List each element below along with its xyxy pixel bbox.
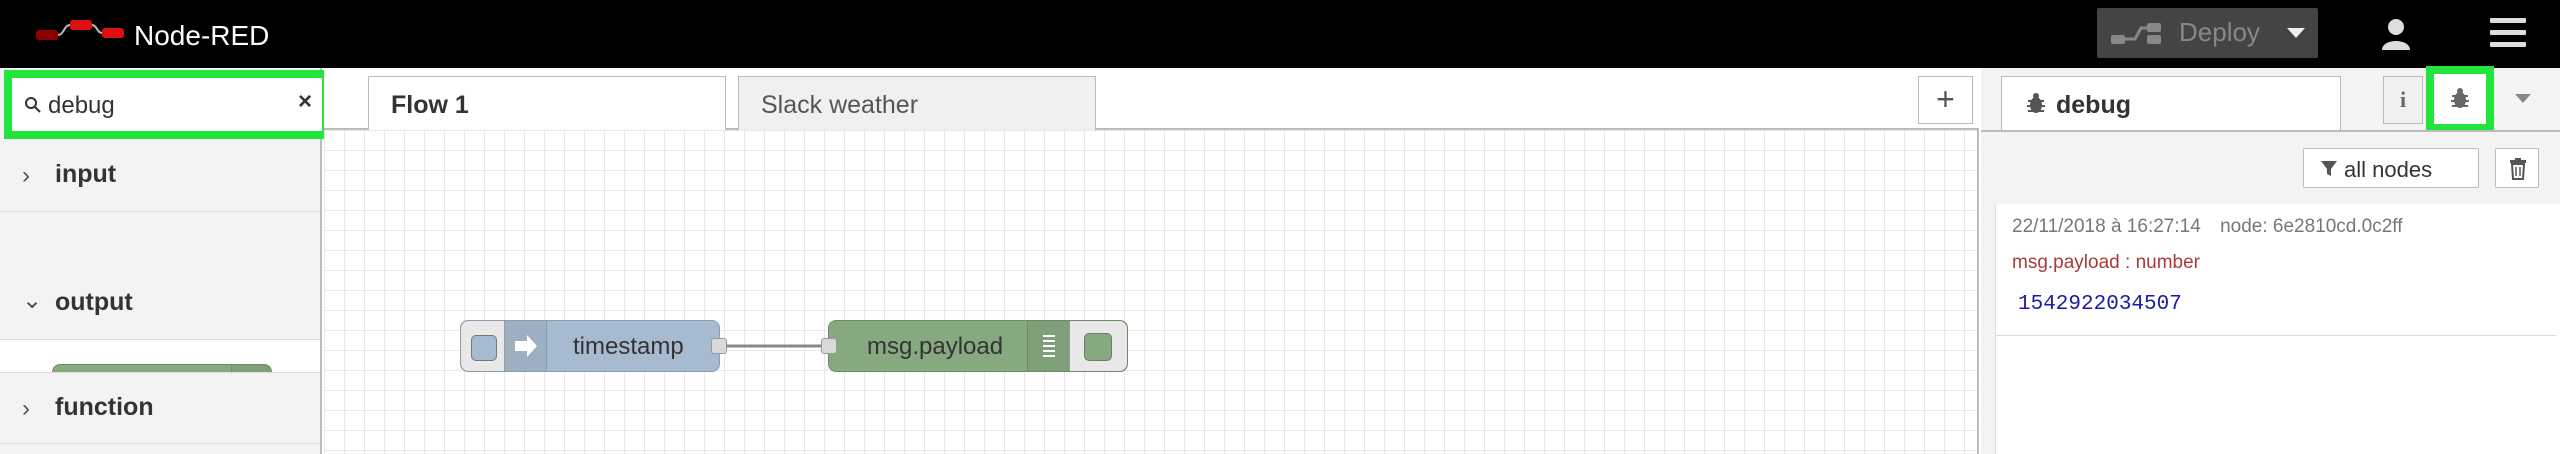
input-port[interactable] [821,338,837,354]
header-bar: Node-RED Deploy [0,0,2560,68]
tab-flow-1[interactable]: Flow 1 [368,76,726,133]
category-label: input [55,160,117,188]
tab-slack-weather[interactable]: Slack weather [738,76,1096,131]
menu-icon[interactable] [2490,18,2526,50]
category-label: output [55,288,133,316]
flow-canvas[interactable] [324,130,1979,454]
clear-log-button[interactable] [2495,148,2539,188]
filter-icon [2321,161,2337,176]
debug-messages: 22/11/2018 à 16:27:14 node: 6e2810cd.0c2… [1995,204,2560,454]
deploy-dropdown-caret-icon[interactable] [2287,28,2305,38]
tab-label: Slack weather [761,91,919,119]
bug-icon [2027,93,2045,113]
deploy-icon [2111,23,2161,44]
filter-all-nodes-button[interactable]: all nodes [2303,148,2479,188]
palette-search: × [4,70,330,139]
node-label: msg.payload [867,333,1004,360]
debug-node-msg-payload[interactable]: msg.payload [821,320,1128,372]
node-red-logo-icon [36,20,124,40]
palette-category-function[interactable]: › function [0,372,320,444]
clear-search-icon[interactable]: × [298,88,312,116]
debug-toggle-button[interactable] [1069,321,1127,371]
chevron-right-icon: › [22,395,30,422]
add-flow-button[interactable]: + [1918,76,1973,124]
bug-icon [2451,88,2469,108]
trash-icon [2510,158,2526,180]
message-meta: 22/11/2018 à 16:27:14 node: 6e2810cd.0c2… [2012,216,2402,238]
chevron-right-icon: › [22,162,30,189]
category-label: function [55,393,154,421]
search-icon [25,97,41,113]
tab-label: debug [2056,91,2131,119]
message-value[interactable]: 1542922034507 [2018,293,2182,316]
debug-list-icon [1027,321,1069,371]
sidebar: debug i all nodes 22/11/2018 à 16:27:14 … [1981,66,2560,454]
arrow-right-icon [505,321,547,371]
workspace-tabs: Flow 1 Slack weather + [324,68,1979,133]
tab-label: Flow 1 [391,91,469,119]
info-tab-button[interactable]: i [2383,76,2423,124]
filter-label: all nodes [2344,157,2433,182]
node-palette: › input ⌄ output debug › function [0,68,330,454]
debug-tab-button[interactable] [2426,66,2494,132]
palette-category-input[interactable]: › input [0,140,320,212]
message-type: msg.payload : number [2012,252,2200,273]
debug-message[interactable]: 22/11/2018 à 16:27:14 node: 6e2810cd.0c2… [1996,204,2556,336]
sidebar-menu-caret-icon[interactable] [2515,94,2531,103]
inject-node-timestamp[interactable]: timestamp [460,320,727,372]
deploy-label: Deploy [2179,17,2260,47]
output-port[interactable] [711,338,727,354]
message-timestamp: 22/11/2018 à 16:27:14 [2012,216,2201,237]
inject-trigger-button[interactable] [461,321,505,371]
message-node-link[interactable]: node: 6e2810cd.0c2ff [2220,216,2402,237]
node-label: timestamp [573,333,684,360]
deploy-button[interactable]: Deploy [2097,8,2318,58]
palette-search-input[interactable] [48,92,268,120]
app-title: Node-RED [134,20,270,51]
chevron-down-icon: ⌄ [22,287,43,314]
sidebar-tab-divider [1981,130,2560,132]
tab-debug[interactable]: debug [2001,76,2341,131]
palette-category-output[interactable]: ⌄ output [0,268,320,340]
user-icon[interactable] [2378,16,2414,52]
